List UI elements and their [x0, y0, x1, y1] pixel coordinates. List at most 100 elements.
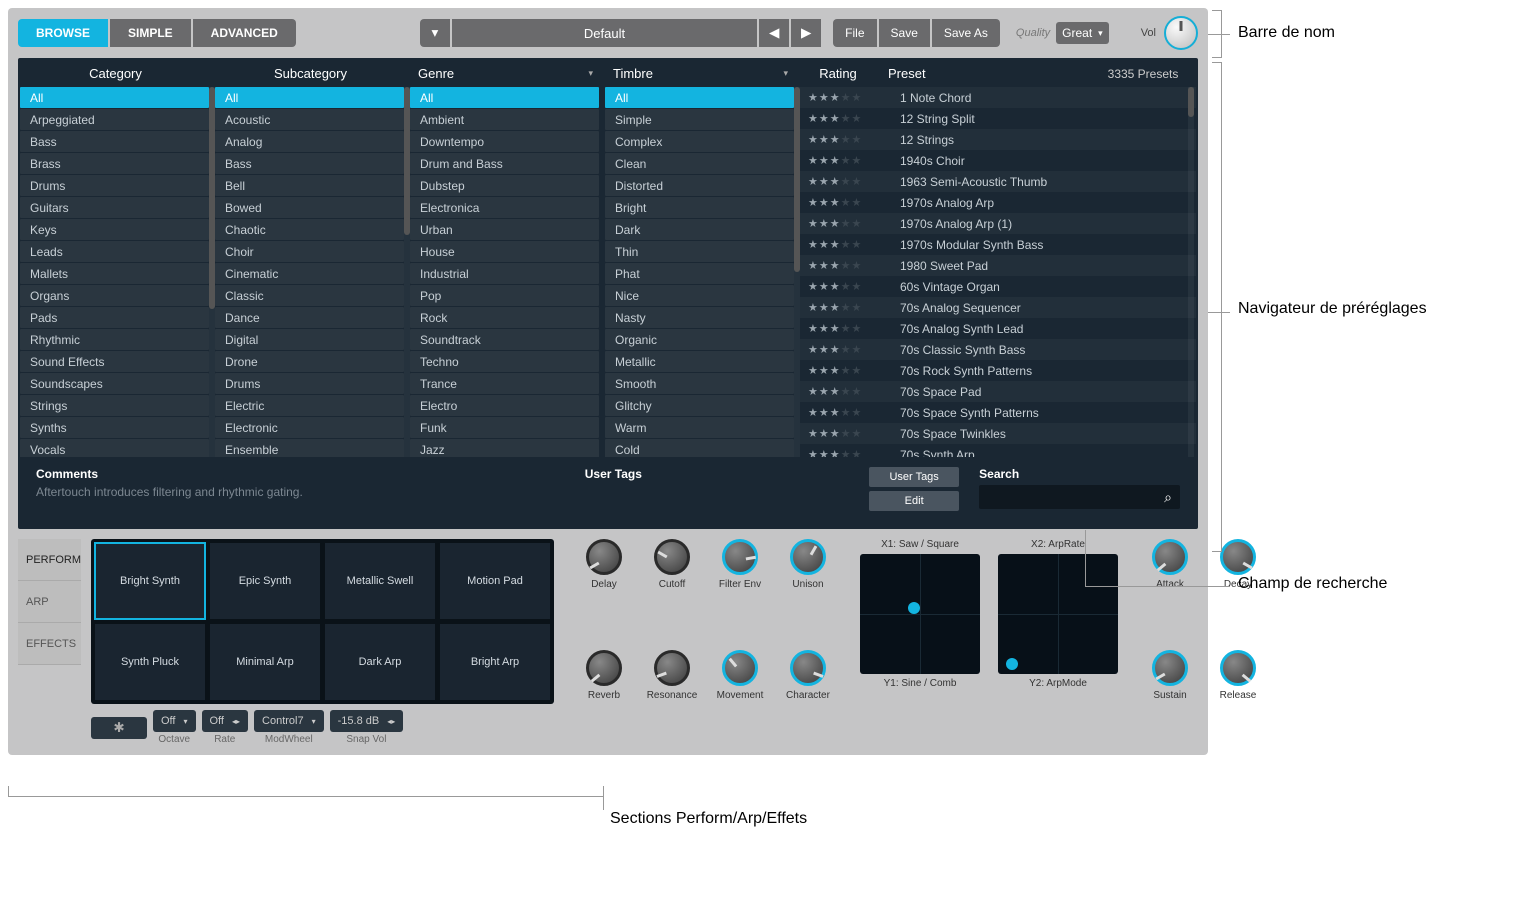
list-item[interactable]: Drums	[215, 373, 404, 394]
file-button[interactable]: File	[833, 19, 876, 47]
list-item[interactable]: Drums	[20, 175, 209, 196]
rating-stars[interactable]: ★★★★★	[800, 154, 892, 167]
preset-row[interactable]: ★★★★★60s Vintage Organ	[800, 276, 1196, 297]
list-item[interactable]: Organs	[20, 285, 209, 306]
rating-stars[interactable]: ★★★★★	[800, 427, 892, 440]
list-item[interactable]: Electric	[215, 395, 404, 416]
preset-dropdown-icon[interactable]: ▾	[420, 19, 450, 47]
list-item[interactable]: Jazz	[410, 439, 599, 457]
preset-row[interactable]: ★★★★★70s Rock Synth Patterns	[800, 360, 1196, 381]
list-item[interactable]: Acoustic	[215, 109, 404, 130]
perform-pad[interactable]: Epic Synth	[209, 542, 321, 620]
list-item[interactable]: Keys	[20, 219, 209, 240]
list-item[interactable]: Sound Effects	[20, 351, 209, 372]
rating-stars[interactable]: ★★★★★	[800, 112, 892, 125]
list-item[interactable]: Nice	[605, 285, 794, 306]
list-item[interactable]: Pop	[410, 285, 599, 306]
preset-row[interactable]: ★★★★★1980 Sweet Pad	[800, 255, 1196, 276]
list-item[interactable]: All	[215, 87, 404, 108]
list-item[interactable]: Dance	[215, 307, 404, 328]
list-item[interactable]: House	[410, 241, 599, 262]
perform-pad[interactable]: Motion Pad	[439, 542, 551, 620]
preset-row[interactable]: ★★★★★12 Strings	[800, 129, 1196, 150]
knob-filter-env[interactable]	[722, 539, 758, 575]
knob-attack[interactable]	[1152, 539, 1188, 575]
perform-tab[interactable]: PERFORM	[18, 539, 81, 581]
list-item[interactable]: Phat	[605, 263, 794, 284]
knob-release[interactable]	[1220, 650, 1256, 686]
perform-pad[interactable]: Bright Synth	[94, 542, 206, 620]
list-item[interactable]: Brass	[20, 153, 209, 174]
list-item[interactable]: All	[605, 87, 794, 108]
gear-button[interactable]: ✱	[91, 717, 147, 739]
perform-pad[interactable]: Minimal Arp	[209, 623, 321, 701]
save-as-button[interactable]: Save As	[932, 19, 1000, 47]
list-item[interactable]: Pads	[20, 307, 209, 328]
knob-movement[interactable]	[722, 650, 758, 686]
knob-resonance[interactable]	[654, 650, 690, 686]
list-item[interactable]: Cold	[605, 439, 794, 457]
knob-unison[interactable]	[790, 539, 826, 575]
list-item[interactable]: Choir	[215, 241, 404, 262]
preset-row[interactable]: ★★★★★70s Space Synth Patterns	[800, 402, 1196, 423]
list-item[interactable]: Bowed	[215, 197, 404, 218]
preset-row[interactable]: ★★★★★70s Classic Synth Bass	[800, 339, 1196, 360]
list-item[interactable]: Organic	[605, 329, 794, 350]
save-button[interactable]: Save	[879, 19, 930, 47]
preset-row[interactable]: ★★★★★1940s Choir	[800, 150, 1196, 171]
list-item[interactable]: Drum and Bass	[410, 153, 599, 174]
advanced-tab[interactable]: ADVANCED	[193, 19, 296, 47]
knob-cutoff[interactable]	[654, 539, 690, 575]
xy-pad-1[interactable]	[860, 554, 980, 674]
rating-stars[interactable]: ★★★★★	[800, 259, 892, 272]
simple-tab[interactable]: SIMPLE	[110, 19, 191, 47]
list-item[interactable]: Rhythmic	[20, 329, 209, 350]
list-item[interactable]: Bass	[20, 131, 209, 152]
rating-stars[interactable]: ★★★★★	[800, 217, 892, 230]
list-item[interactable]: Distorted	[605, 175, 794, 196]
list-item[interactable]: Soundscapes	[20, 373, 209, 394]
list-item[interactable]: Electronica	[410, 197, 599, 218]
preset-row[interactable]: ★★★★★70s Synth Arp	[800, 444, 1196, 457]
list-item[interactable]: Drone	[215, 351, 404, 372]
rating-stars[interactable]: ★★★★★	[800, 385, 892, 398]
rating-stars[interactable]: ★★★★★	[800, 322, 892, 335]
list-item[interactable]: Thin	[605, 241, 794, 262]
list-item[interactable]: Mallets	[20, 263, 209, 284]
user-tags-button[interactable]: User Tags	[869, 467, 959, 487]
rating-stars[interactable]: ★★★★★	[800, 448, 892, 457]
prev-preset-button[interactable]: ◀	[759, 19, 789, 47]
list-item[interactable]: Warm	[605, 417, 794, 438]
preset-row[interactable]: ★★★★★1970s Analog Arp (1)	[800, 213, 1196, 234]
perform-pad[interactable]: Dark Arp	[324, 623, 436, 701]
rate-select[interactable]: Off◂▸	[202, 710, 249, 732]
list-item[interactable]: Dark	[605, 219, 794, 240]
header-genre[interactable]: Genre▾	[408, 66, 603, 81]
preset-row[interactable]: ★★★★★70s Analog Sequencer	[800, 297, 1196, 318]
list-item[interactable]: Metallic	[605, 351, 794, 372]
list-item[interactable]: Dubstep	[410, 175, 599, 196]
list-item[interactable]: Chaotic	[215, 219, 404, 240]
xy-dot[interactable]	[908, 602, 920, 614]
rating-stars[interactable]: ★★★★★	[800, 91, 892, 104]
xy-dot[interactable]	[1006, 658, 1018, 670]
knob-reverb[interactable]	[586, 650, 622, 686]
preset-row[interactable]: ★★★★★1970s Modular Synth Bass	[800, 234, 1196, 255]
modwheel-select[interactable]: Control7▾	[254, 710, 324, 732]
preset-row[interactable]: ★★★★★1 Note Chord	[800, 87, 1196, 108]
list-item[interactable]: Funk	[410, 417, 599, 438]
perform-pad[interactable]: Metallic Swell	[324, 542, 436, 620]
list-item[interactable]: Electronic	[215, 417, 404, 438]
list-item[interactable]: Clean	[605, 153, 794, 174]
next-preset-button[interactable]: ▶	[791, 19, 821, 47]
preset-row[interactable]: ★★★★★1963 Semi-Acoustic Thumb	[800, 171, 1196, 192]
list-item[interactable]: Bell	[215, 175, 404, 196]
list-item[interactable]: Vocals	[20, 439, 209, 457]
list-item[interactable]: Ambient	[410, 109, 599, 130]
knob-delay[interactable]	[586, 539, 622, 575]
rating-stars[interactable]: ★★★★★	[800, 238, 892, 251]
rating-stars[interactable]: ★★★★★	[800, 343, 892, 356]
list-item[interactable]: Industrial	[410, 263, 599, 284]
list-item[interactable]: Analog	[215, 131, 404, 152]
scrollbar[interactable]	[1188, 87, 1194, 117]
